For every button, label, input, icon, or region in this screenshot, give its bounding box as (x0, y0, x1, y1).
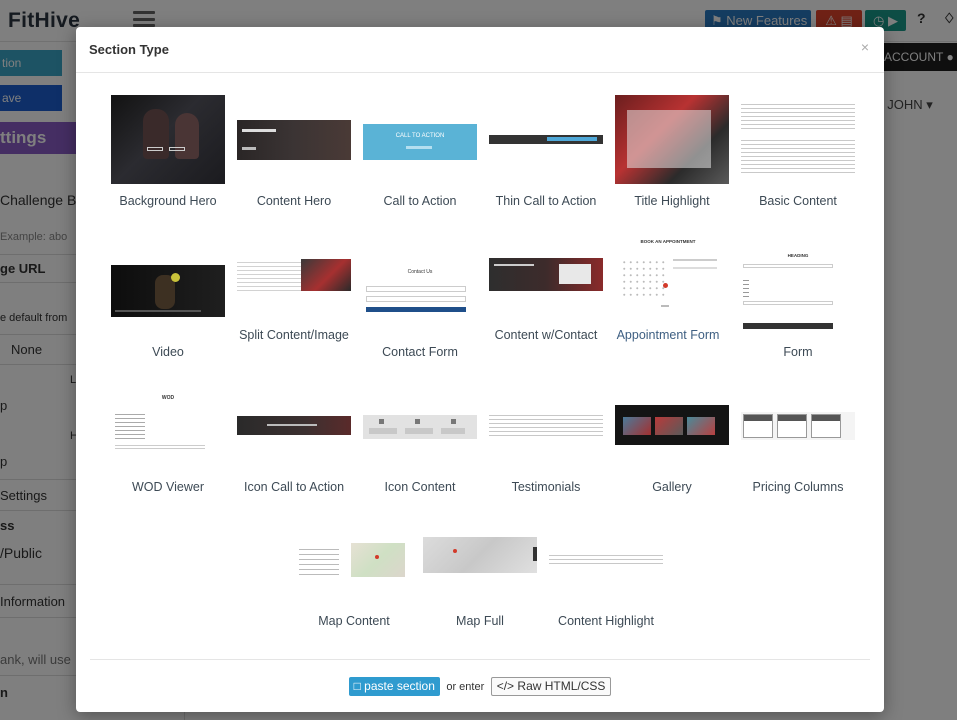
modal-title: Section Type (89, 42, 169, 57)
appointment-form-thumbnail: BOOK AN APPOINTMENT (611, 239, 725, 313)
testimonials-thumbnail (489, 412, 603, 436)
tile-label: Icon Call to Action (243, 480, 345, 494)
paste-section-button[interactable]: □ paste section (348, 677, 440, 696)
tile-map-content[interactable]: Map Content (290, 525, 418, 667)
tile-thin-call-to-action[interactable]: Thin Call to Action (482, 87, 610, 229)
gallery-thumbnail (615, 405, 729, 445)
tile-form[interactable]: HEADING Form (734, 229, 862, 371)
tile-label: Thin Call to Action (495, 194, 597, 208)
wod-viewer-thumbnail: WOD (111, 395, 225, 459)
basic-content-thumbnail (741, 101, 855, 173)
tile-contact-form[interactable]: Contact Us Contact Form (356, 229, 484, 371)
pricing-columns-thumbnail (741, 412, 855, 440)
tile-label: Map Full (456, 614, 504, 628)
title-highlight-thumbnail (615, 95, 729, 184)
tile-testimonials[interactable]: Testimonials (482, 391, 610, 533)
tile-label: Content w/Contact (494, 328, 598, 342)
icon-content-thumbnail (363, 415, 477, 439)
tile-label: Video (152, 345, 184, 359)
tile-content-hero[interactable]: Content Hero (230, 87, 358, 229)
map-full-thumbnail (423, 537, 537, 573)
tile-label: Pricing Columns (752, 480, 844, 494)
contact-form-thumbnail: Contact Us (363, 269, 477, 317)
or-enter-text: or enter (446, 680, 485, 693)
background-hero-thumbnail (111, 95, 225, 184)
tile-label: Call to Action (383, 194, 457, 208)
tile-label: Split Content/Image (239, 328, 349, 342)
tile-appointment-form[interactable]: BOOK AN APPOINTMENT Appointment Form (604, 229, 732, 371)
tile-basic-content[interactable]: Basic Content (734, 87, 862, 229)
form-thumb-text: HEADING (787, 253, 809, 258)
video-thumbnail (111, 265, 225, 317)
call-to-action-thumb-text: CALL TO ACTION (395, 133, 445, 139)
modal-divider (76, 72, 884, 73)
contact-form-thumb-text: Contact Us (407, 269, 433, 275)
tile-content-highlight[interactable]: Content Highlight (542, 525, 670, 667)
tile-label: Content Hero (256, 194, 332, 208)
tile-wod-viewer[interactable]: WOD WOD Viewer (104, 391, 232, 533)
tile-label: Appointment Form (616, 328, 720, 342)
icon-call-to-action-thumbnail (237, 416, 351, 435)
tile-label: Basic Content (759, 194, 837, 208)
clipboard-icon: □ (353, 679, 361, 693)
tile-pricing-columns[interactable]: Pricing Columns (734, 391, 862, 533)
tile-label: Contact Form (382, 345, 458, 359)
tile-video[interactable]: Video (104, 229, 232, 371)
tile-icon-call-to-action[interactable]: Icon Call to Action (230, 391, 358, 533)
tile-call-to-action[interactable]: CALL TO ACTION Call to Action (356, 87, 484, 229)
tile-map-full[interactable]: Map Full (416, 525, 544, 667)
tile-label: WOD Viewer (131, 480, 204, 494)
close-icon[interactable]: × (861, 39, 869, 55)
tile-label: Gallery (652, 480, 692, 494)
content-hero-thumbnail (237, 120, 351, 160)
tile-label: Background Hero (119, 194, 217, 208)
content-with-contact-thumbnail (489, 258, 603, 291)
modal-divider (90, 659, 870, 660)
tile-label: Testimonials (511, 480, 581, 494)
tile-title-highlight[interactable]: Title Highlight (608, 87, 736, 229)
split-content-image-thumbnail (237, 259, 351, 291)
tile-label: Content Highlight (558, 614, 654, 628)
tile-icon-content[interactable]: Icon Content (356, 391, 484, 533)
tile-label: Title Highlight (634, 194, 710, 208)
call-to-action-thumbnail: CALL TO ACTION (363, 124, 477, 160)
tile-split-content-image[interactable]: Split Content/Image (230, 229, 358, 371)
content-highlight-thumbnail (549, 552, 663, 564)
map-content-thumbnail (297, 543, 411, 579)
thin-call-to-action-thumbnail (489, 135, 603, 144)
wod-viewer-thumb-text: WOD (161, 395, 175, 401)
tile-label: Map Content (318, 614, 390, 628)
form-thumbnail: HEADING (741, 253, 855, 329)
tile-content-with-contact[interactable]: Content w/Contact (482, 229, 610, 371)
section-type-modal: Section Type × Background Hero Content H… (76, 27, 884, 712)
raw-html-css-button[interactable]: </> Raw HTML/CSS (490, 677, 612, 696)
tile-background-hero[interactable]: Background Hero (104, 87, 232, 229)
tile-label: Icon Content (384, 480, 456, 494)
paste-section-label: paste section (364, 679, 435, 693)
modal-footer: □ paste section or enter </> Raw HTML/CS… (76, 677, 884, 697)
tile-label: Form (783, 345, 813, 359)
tile-gallery[interactable]: Gallery (608, 391, 736, 533)
appointment-form-thumb-text: BOOK AN APPOINTMENT (640, 239, 696, 244)
